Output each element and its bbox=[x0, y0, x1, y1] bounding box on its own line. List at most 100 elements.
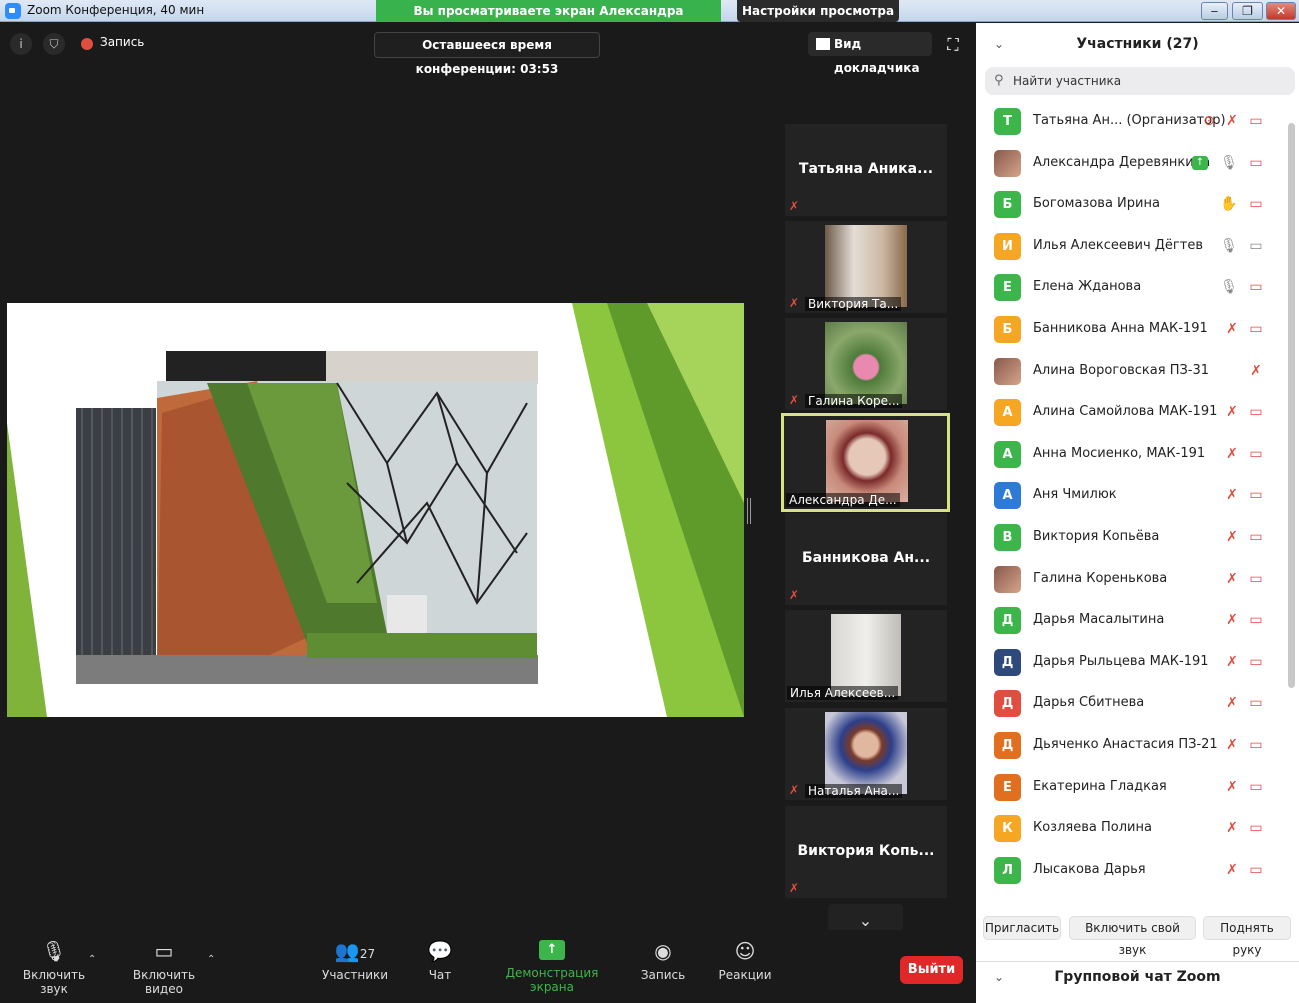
chat-button[interactable]: 💬 Чат bbox=[420, 940, 460, 982]
participant-row[interactable]: И Илья Алексеевич Дёгтев 🎙 ▭ bbox=[976, 226, 1286, 268]
video-tile[interactable]: Илья Алексеев... bbox=[785, 610, 947, 702]
participant-name: Александра Деревянкина bbox=[1033, 154, 1211, 170]
participant-row[interactable]: Б Банникова Анна МАК-191 ✗ ▭ bbox=[976, 309, 1286, 351]
video-off-icon: ▭ bbox=[1249, 653, 1263, 670]
participant-name: Аня Чмилюк bbox=[1033, 487, 1117, 503]
share-screen-button[interactable]: ↑ Демонстрация экрана bbox=[488, 940, 616, 994]
shield-icon[interactable]: ⛉ bbox=[43, 33, 65, 55]
mic-muted-icon: ✗ bbox=[1226, 445, 1238, 462]
close-button[interactable]: ✕ bbox=[1266, 2, 1296, 20]
mic-muted-icon: ✗ bbox=[789, 199, 800, 213]
search-input[interactable]: ⚲ Найти участника bbox=[985, 67, 1295, 95]
window-title: Zoom Конференция, 40 мин bbox=[27, 3, 205, 17]
mic-muted-icon: ✗ bbox=[1226, 861, 1238, 878]
meeting-toolbar: 🎙 Включить звук ⌃ ▭ Включить видео ⌃ 👥27… bbox=[0, 930, 975, 1003]
record-button[interactable]: ◉ Запись bbox=[638, 940, 688, 982]
video-tile[interactable]: Наталья Ана... ✗ bbox=[785, 708, 947, 800]
avatar: Д bbox=[994, 690, 1021, 718]
tile-name: Галина Коре... bbox=[805, 394, 903, 408]
participant-name: Алина Вороговская ПЗ-31 bbox=[1033, 362, 1210, 378]
video-tile[interactable]: Банникова Ан... ✗ bbox=[785, 513, 947, 605]
host-badge-icon: ⊙ bbox=[1203, 113, 1215, 129]
mic-muted-icon: ✗ bbox=[1226, 487, 1238, 504]
view-settings-button[interactable]: Настройки просмотра ⌄ bbox=[737, 0, 899, 40]
reactions-button[interactable]: ☺ Реакции bbox=[718, 940, 772, 982]
video-off-icon: ▭ bbox=[1249, 113, 1263, 129]
grid-icon bbox=[816, 38, 830, 50]
participant-row[interactable]: Л Лысакова Дарья ✗ ▭ bbox=[976, 850, 1286, 892]
chat-header[interactable]: ⌄ Групповой чат Zoom bbox=[976, 961, 1299, 991]
search-placeholder: Найти участника bbox=[1013, 74, 1122, 88]
participant-row[interactable]: Д Дьяченко Анастасия ПЗ-21 ✗ ▭ bbox=[976, 725, 1286, 767]
panel-resize-handle[interactable] bbox=[747, 498, 751, 524]
avatar: Д bbox=[994, 731, 1021, 759]
chevron-down-icon[interactable]: ⌄ bbox=[994, 962, 1004, 992]
video-tile-active-speaker[interactable]: Александра Де... bbox=[781, 413, 950, 512]
mic-muted-icon: ✗ bbox=[1226, 653, 1238, 670]
chevron-up-icon[interactable]: ⌃ bbox=[88, 954, 96, 965]
video-off-icon: ▭ bbox=[154, 939, 174, 963]
participant-row[interactable]: В Виктория Копьёва ✗ ▭ bbox=[976, 517, 1286, 559]
start-video-button[interactable]: ▭ Включить видео bbox=[116, 940, 212, 996]
video-off-icon: ▭ bbox=[1249, 612, 1263, 629]
record-dot-icon bbox=[81, 38, 93, 50]
mic-icon: 🎙 bbox=[1220, 237, 1238, 254]
participant-row[interactable]: Алина Вороговская ПЗ-31 ✗ bbox=[976, 351, 1286, 393]
participant-row[interactable]: Д Дарья Масалытина ✗ ▭ bbox=[976, 600, 1286, 642]
avatar: Д bbox=[994, 607, 1021, 635]
leave-button[interactable]: Выйти bbox=[900, 956, 963, 984]
video-icon: ▭ bbox=[1249, 237, 1263, 254]
scrollbar[interactable] bbox=[1288, 123, 1295, 688]
info-icon[interactable]: i bbox=[10, 33, 32, 55]
avatar: Е bbox=[994, 773, 1021, 801]
participant-list: Т Татьяна Ан... (Организатор) ⊙ ✗ ▭ Александр… bbox=[976, 101, 1286, 891]
participants-button[interactable]: 👥27 Участники bbox=[322, 940, 388, 982]
participant-row[interactable]: К Козляева Полина ✗ ▭ bbox=[976, 808, 1286, 850]
invite-button[interactable]: Пригласить bbox=[983, 916, 1061, 940]
participant-row[interactable]: А Алина Самойлова МАК-191 ✗ ▭ bbox=[976, 392, 1286, 434]
mic-icon: 🎙 bbox=[1220, 279, 1238, 296]
participant-row[interactable]: Д Дарья Рыльцева МАК-191 ✗ ▭ bbox=[976, 642, 1286, 684]
mic-muted-icon: ✗ bbox=[789, 296, 800, 310]
participant-row[interactable]: Е Екатерина Гладкая ✗ ▭ bbox=[976, 767, 1286, 809]
chevron-down-icon[interactable]: ⌄ bbox=[994, 23, 1004, 65]
meeting-area: i ⛉ Запись Оставшееся время конференции:… bbox=[0, 23, 975, 1003]
sharing-icon: ↑ bbox=[1192, 155, 1208, 170]
participant-row[interactable]: Т Татьяна Ан... (Организатор) ⊙ ✗ ▭ bbox=[976, 101, 1286, 143]
minimize-button[interactable]: ‒ bbox=[1201, 2, 1228, 20]
video-tile[interactable]: Татьяна Аника... ✗ bbox=[785, 124, 947, 216]
participant-name: Дарья Рыльцева МАК-191 bbox=[1033, 653, 1209, 669]
participant-row[interactable]: Б Богомазова Ирина ✋ ▭ bbox=[976, 184, 1286, 226]
avatar bbox=[994, 149, 1021, 177]
avatar: А bbox=[994, 482, 1021, 510]
maximize-button[interactable]: ❐ bbox=[1232, 2, 1263, 20]
avatar: Т bbox=[994, 108, 1021, 135]
video-tile[interactable]: Виктория Копь... ✗ bbox=[785, 806, 947, 898]
participant-row[interactable]: Александра Деревянкина ↑ 🎙 ▭ bbox=[976, 143, 1286, 185]
participant-name: Козляева Полина bbox=[1033, 820, 1152, 836]
unmute-button[interactable]: 🎙 Включить звук bbox=[10, 940, 98, 996]
raised-hand-icon: ✋ bbox=[1220, 196, 1238, 213]
avatar bbox=[994, 357, 1021, 385]
tile-name: Александра Де... bbox=[786, 493, 900, 507]
participant-name: Екатерина Гладкая bbox=[1033, 778, 1167, 794]
video-tile[interactable]: Виктория Та... ✗ bbox=[785, 221, 947, 313]
fullscreen-icon[interactable]: ⛶ bbox=[944, 36, 962, 54]
unmute-me-button[interactable]: Включить свой звук bbox=[1069, 916, 1196, 957]
shared-screen-slide bbox=[7, 303, 744, 717]
participants-label: Участники bbox=[322, 968, 389, 982]
participant-row[interactable]: А Аня Чмилюк ✗ ▭ bbox=[976, 475, 1286, 517]
mic-muted-icon: ✗ bbox=[1226, 320, 1238, 337]
participant-row[interactable]: Д Дарья Сбитнева ✗ ▭ bbox=[976, 683, 1286, 725]
participant-video bbox=[825, 712, 907, 794]
participant-row[interactable]: Галина Коренькова ✗ ▭ bbox=[976, 559, 1286, 601]
raise-hand-button[interactable]: Поднять руку bbox=[1203, 916, 1291, 957]
chevron-up-icon[interactable]: ⌃ bbox=[207, 954, 215, 965]
participant-row[interactable]: А Анна Мосиенко, МАК-191 ✗ ▭ bbox=[976, 434, 1286, 476]
mic-muted-icon: ✗ bbox=[789, 588, 800, 602]
speaker-view-button[interactable]: Вид докладчика bbox=[808, 32, 932, 75]
participant-row[interactable]: Е Елена Жданова 🎙 ▭ bbox=[976, 267, 1286, 309]
video-tile[interactable]: Галина Коре... ✗ bbox=[785, 318, 947, 410]
participant-video bbox=[825, 225, 907, 307]
participant-video bbox=[826, 420, 908, 502]
